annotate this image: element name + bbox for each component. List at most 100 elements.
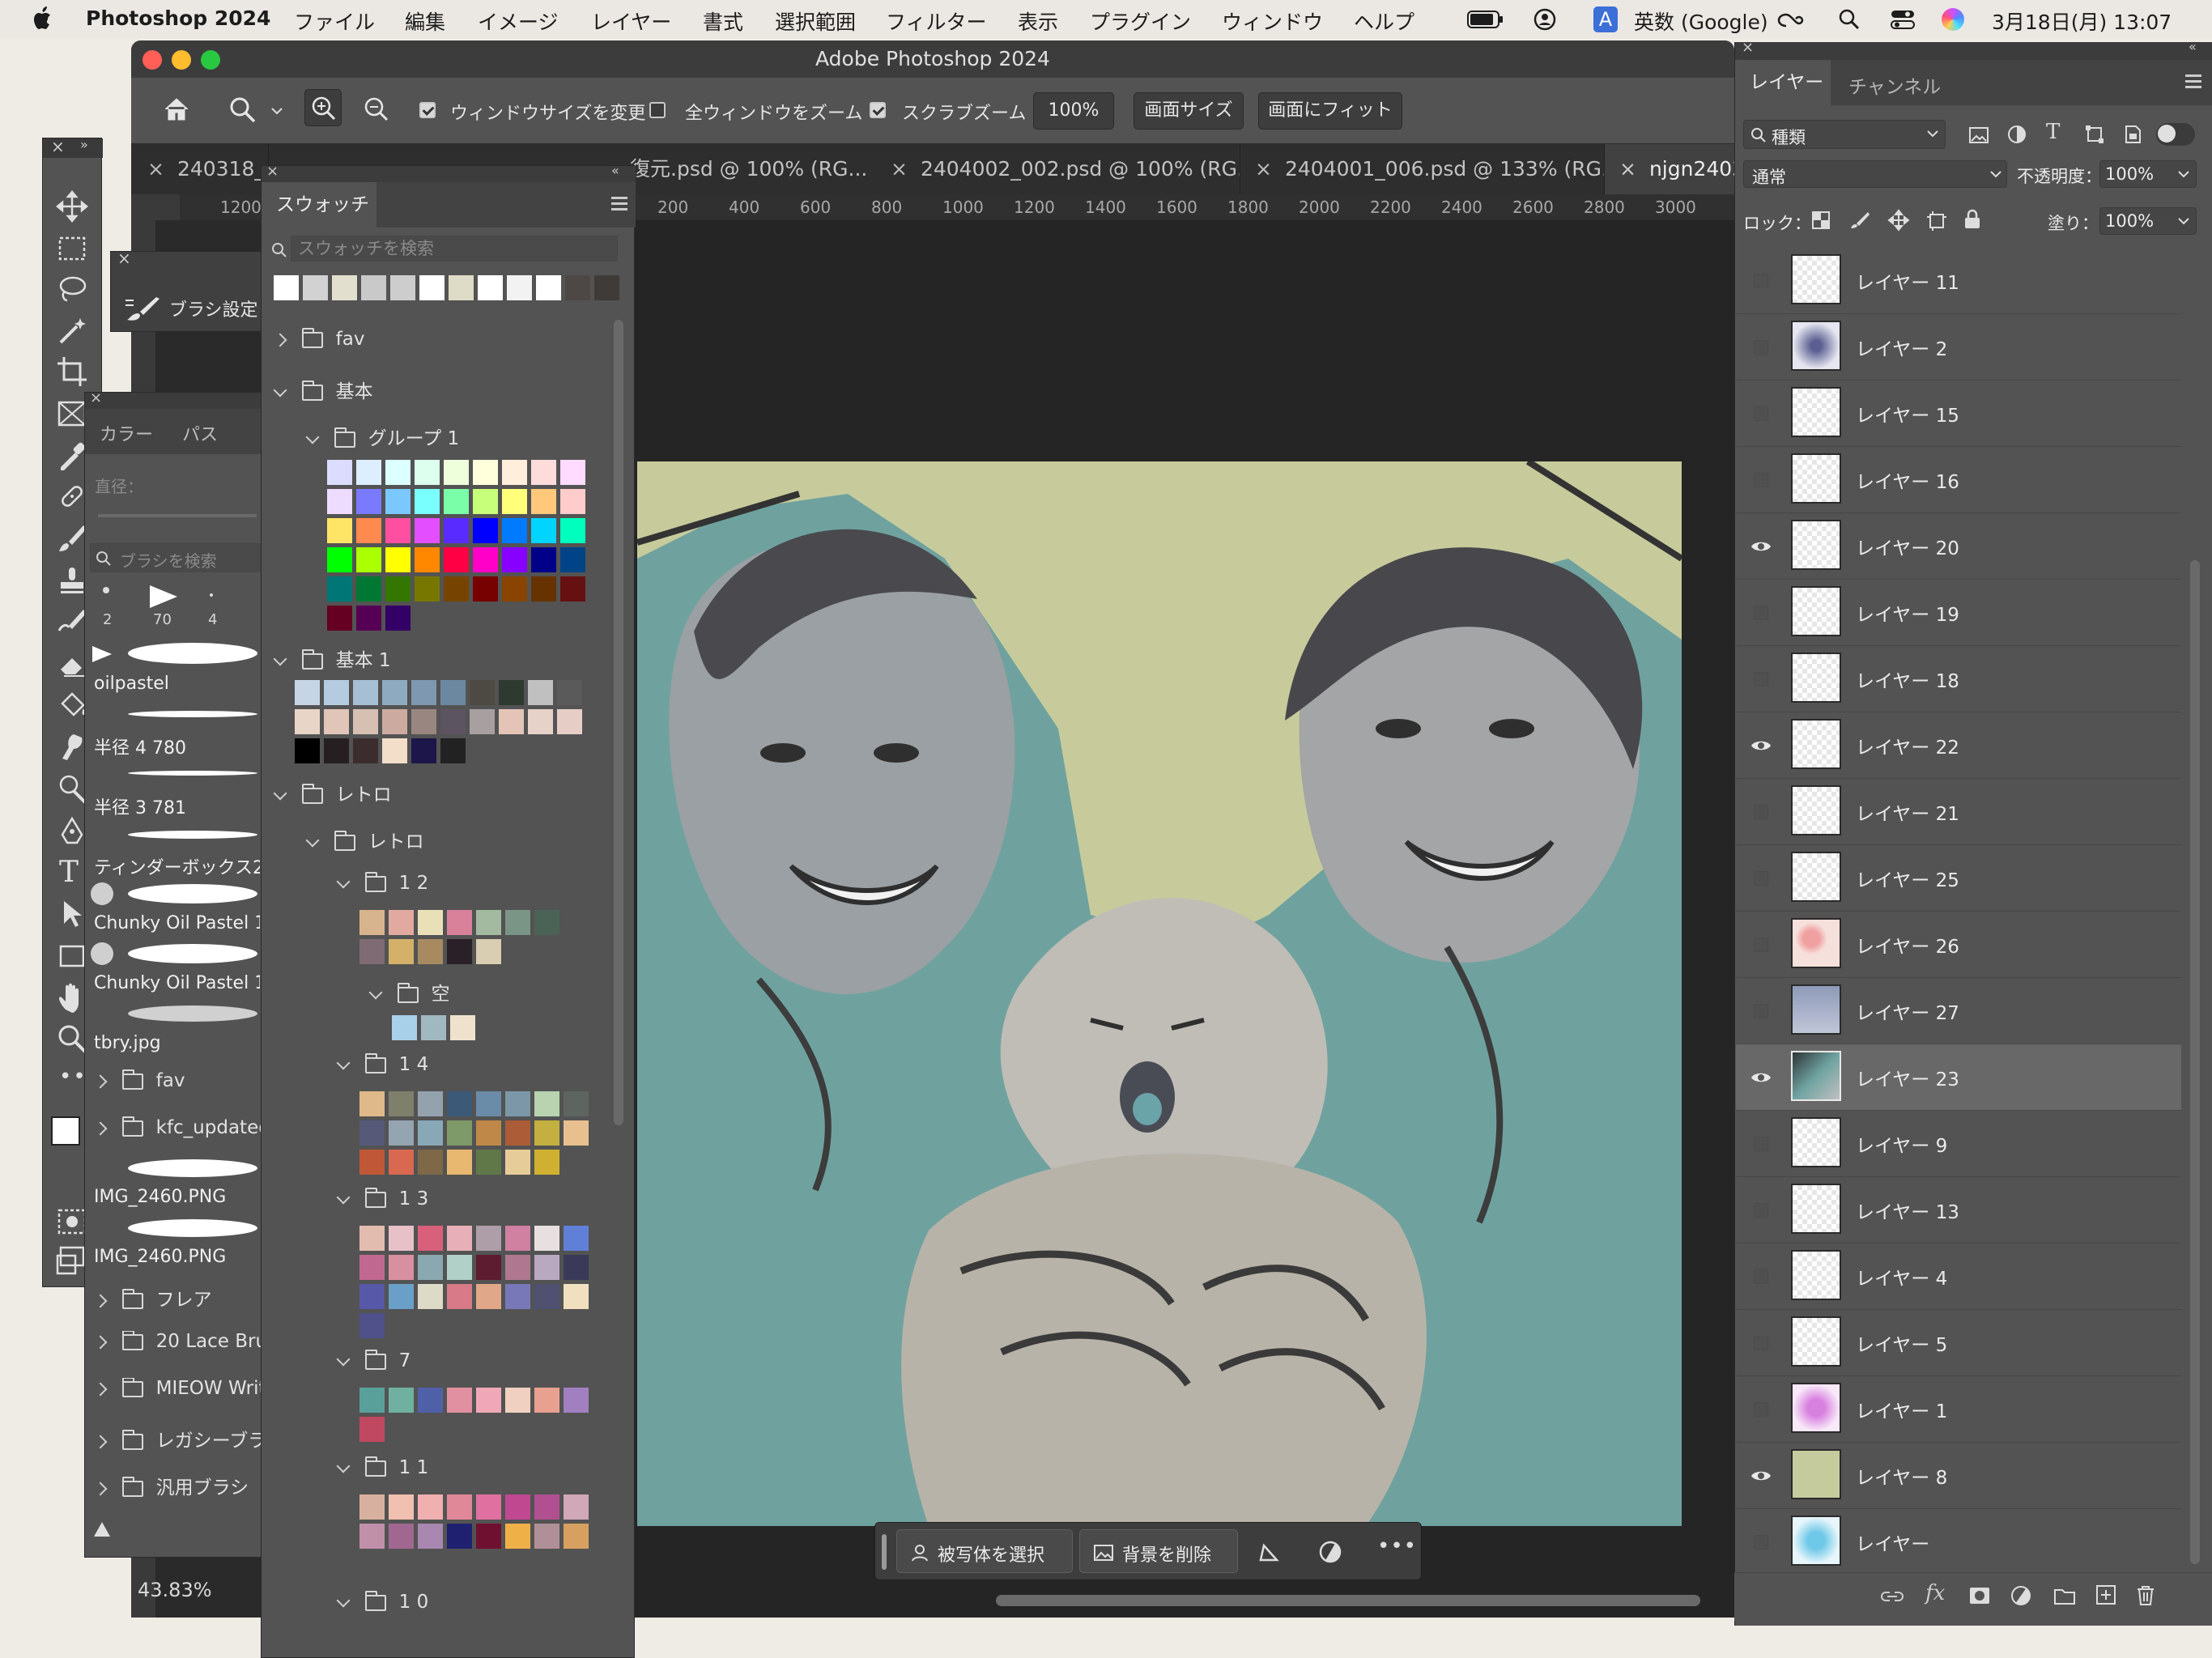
brush-preset-radius-4780[interactable]: 半径 4 780 bbox=[87, 699, 257, 759]
color-swatch[interactable] bbox=[415, 489, 440, 514]
recent-swatch[interactable] bbox=[274, 275, 299, 300]
color-swatch[interactable] bbox=[359, 1255, 385, 1280]
input-source-label[interactable]: 英数 (Google) bbox=[1634, 6, 1768, 36]
color-swatch[interactable] bbox=[534, 1120, 559, 1146]
tab-color[interactable]: カラー bbox=[100, 420, 153, 446]
tab-channels[interactable]: チャンネル bbox=[1848, 71, 1941, 99]
recent-swatch[interactable] bbox=[594, 275, 619, 300]
swatch-group-sky[interactable]: 空 bbox=[368, 978, 450, 1005]
color-swatch[interactable] bbox=[473, 460, 498, 485]
fit-screen-button[interactable]: 画面にフィット bbox=[1258, 92, 1402, 130]
swatch-group-10[interactable]: 1 0 bbox=[336, 1590, 428, 1613]
color-swatch[interactable] bbox=[531, 518, 556, 543]
color-swatch[interactable] bbox=[531, 460, 556, 485]
color-swatch[interactable] bbox=[505, 1494, 530, 1520]
panel-menu-icon[interactable] bbox=[2185, 74, 2201, 77]
color-swatch[interactable] bbox=[359, 1226, 385, 1251]
layer-row[interactable]: レイヤー 15 bbox=[1736, 380, 2181, 447]
swatch-group-basic[interactable]: 基本 bbox=[273, 376, 373, 403]
color-swatch[interactable] bbox=[505, 1150, 530, 1175]
layer-row[interactable]: レイヤー 21 bbox=[1736, 779, 2181, 845]
color-swatch[interactable] bbox=[534, 1226, 559, 1251]
close-window-button[interactable] bbox=[143, 50, 162, 70]
close-icon[interactable]: × bbox=[90, 389, 102, 406]
swatch-group-14[interactable]: 1 4 bbox=[336, 1052, 428, 1075]
panel-menu-icon[interactable] bbox=[611, 197, 627, 199]
color-swatch[interactable] bbox=[389, 1388, 414, 1413]
input-source-icon[interactable]: A bbox=[1593, 6, 1618, 32]
color-swatch[interactable] bbox=[534, 1388, 559, 1413]
color-swatch[interactable] bbox=[444, 518, 469, 543]
battery-icon[interactable] bbox=[1467, 10, 1504, 29]
user-icon[interactable] bbox=[1534, 8, 1556, 31]
color-swatch[interactable] bbox=[385, 547, 410, 572]
color-swatch[interactable] bbox=[392, 1015, 417, 1040]
brush-size-preset-3[interactable] bbox=[210, 593, 213, 597]
color-swatch[interactable] bbox=[327, 576, 352, 602]
lock-artboard-icon[interactable] bbox=[1926, 210, 1947, 232]
fill-input[interactable]: 100% bbox=[2099, 207, 2197, 235]
color-swatch[interactable] bbox=[534, 1494, 559, 1520]
layer-row[interactable]: レイヤー 1 bbox=[1736, 1376, 2181, 1443]
color-swatch[interactable] bbox=[418, 1150, 443, 1175]
color-swatch[interactable] bbox=[505, 1226, 530, 1251]
color-swatch[interactable] bbox=[382, 680, 407, 705]
color-swatch[interactable] bbox=[476, 1524, 501, 1549]
quick-mask-icon[interactable] bbox=[56, 1205, 88, 1238]
tab-document-3[interactable]: × 2404002_002.psd @ 100% (RG... bbox=[876, 144, 1240, 194]
brush-preset-tbry[interactable]: tbry.jpg bbox=[87, 999, 257, 1059]
close-tab-icon[interactable]: × bbox=[1255, 157, 1272, 181]
color-swatch[interactable] bbox=[476, 1226, 501, 1251]
color-swatch[interactable] bbox=[447, 1091, 472, 1116]
new-layer-icon[interactable] bbox=[2095, 1584, 2116, 1605]
color-swatch[interactable] bbox=[505, 1091, 530, 1116]
menu-plugins[interactable]: プラグイン bbox=[1090, 6, 1191, 36]
visibility-toggle[interactable] bbox=[1754, 672, 1768, 687]
layer-row[interactable]: レイヤー 18 bbox=[1736, 646, 2181, 712]
color-swatch[interactable] bbox=[557, 709, 582, 734]
color-swatch[interactable] bbox=[353, 680, 378, 705]
color-swatch[interactable] bbox=[418, 1388, 443, 1413]
close-icon[interactable]: × bbox=[51, 137, 65, 156]
color-swatch[interactable] bbox=[440, 738, 466, 763]
apple-icon[interactable] bbox=[32, 6, 53, 31]
recent-swatch[interactable] bbox=[332, 275, 357, 300]
link-layers-icon[interactable] bbox=[1880, 1588, 1904, 1605]
zoom-tool-icon[interactable] bbox=[228, 96, 257, 125]
healing-brush-tool-icon[interactable] bbox=[56, 480, 88, 512]
brush-size-preset-1[interactable] bbox=[103, 587, 109, 593]
recent-swatch[interactable] bbox=[565, 275, 590, 300]
screen-mode-icon[interactable] bbox=[56, 1244, 88, 1277]
menu-edit[interactable]: 編集 bbox=[405, 6, 445, 36]
color-swatch[interactable] bbox=[447, 910, 472, 935]
eyedropper-tool-icon[interactable] bbox=[56, 440, 88, 472]
swatch-group-group1[interactable]: グループ 1 bbox=[305, 423, 459, 450]
swatch-group-retro[interactable]: レトロ bbox=[273, 779, 392, 806]
color-swatch[interactable] bbox=[385, 606, 410, 631]
color-swatch[interactable] bbox=[564, 1494, 589, 1520]
color-swatch[interactable] bbox=[418, 1494, 443, 1520]
color-swatch[interactable] bbox=[505, 910, 530, 935]
menu-filter[interactable]: フィルター bbox=[886, 6, 987, 36]
brush-preset-img2460-2[interactable]: IMG_2460.PNG bbox=[87, 1213, 257, 1273]
zoom-tool-sidebar-icon[interactable] bbox=[56, 1022, 88, 1055]
swatch-group-basic1[interactable]: 基本 1 bbox=[273, 644, 391, 672]
brush-tool-icon[interactable] bbox=[56, 522, 88, 555]
drag-handle[interactable] bbox=[882, 1534, 887, 1570]
color-swatch[interactable] bbox=[528, 709, 553, 734]
close-icon[interactable]: × bbox=[117, 249, 131, 268]
filter-adjustment-icon[interactable] bbox=[2007, 125, 2027, 144]
brush-folder-flare[interactable]: フレア bbox=[93, 1284, 212, 1312]
color-swatch[interactable] bbox=[415, 460, 440, 485]
search-icon[interactable] bbox=[1838, 8, 1861, 31]
menu-view[interactable]: 表示 bbox=[1018, 6, 1058, 36]
color-swatch[interactable] bbox=[327, 489, 352, 514]
color-swatch[interactable] bbox=[356, 576, 381, 602]
layer-row[interactable]: レイヤー 23 bbox=[1736, 1044, 2181, 1111]
recent-swatch[interactable] bbox=[536, 275, 561, 300]
home-icon[interactable] bbox=[162, 96, 191, 123]
menu-file[interactable]: ファイル bbox=[294, 6, 375, 36]
layer-row[interactable]: レイヤー 2 bbox=[1736, 314, 2181, 380]
color-swatch[interactable] bbox=[385, 518, 410, 543]
opacity-input[interactable]: 100% bbox=[2099, 160, 2197, 188]
